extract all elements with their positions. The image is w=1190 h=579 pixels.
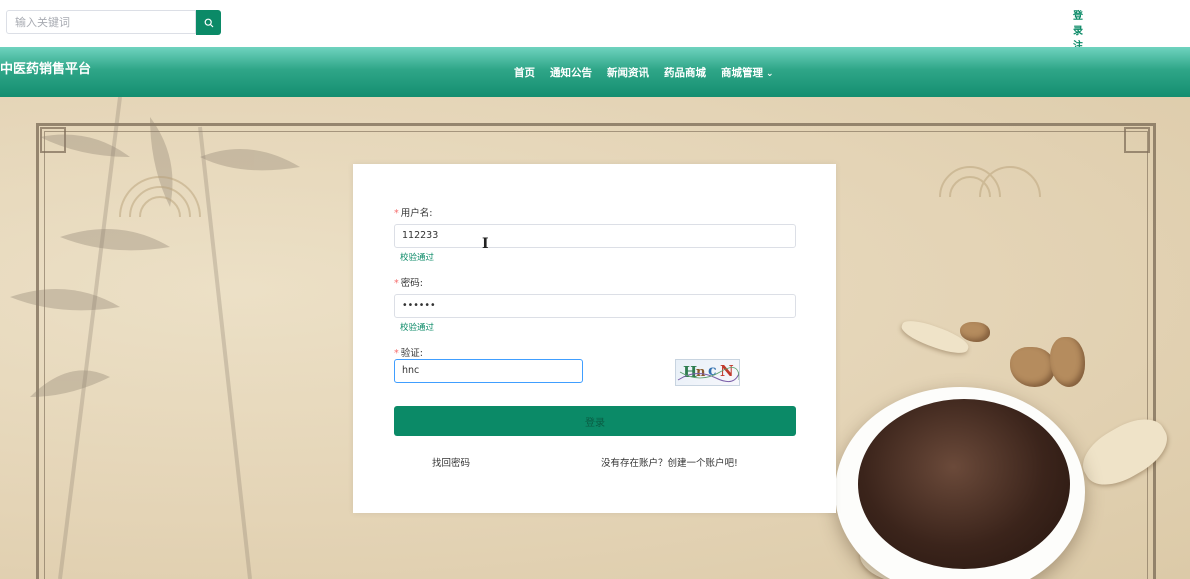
captcha-input[interactable]: hnc	[394, 359, 583, 383]
chevron-down-icon: ⌄	[766, 69, 774, 79]
captcha-noise	[677, 367, 739, 383]
login-link[interactable]: 登 录	[1073, 9, 1103, 39]
forgot-password-link[interactable]: 找回密码	[432, 455, 470, 469]
top-bar: 登 录 注 册	[0, 0, 1190, 67]
cloud-ornament	[939, 166, 1041, 198]
username-label: * 用户名:	[394, 205, 432, 219]
login-button[interactable]: 登录	[394, 406, 796, 436]
password-input[interactable]: ••••••	[394, 294, 796, 318]
captcha-image[interactable]: H n c N	[675, 359, 740, 386]
herb-root	[960, 322, 990, 342]
password-label-text: 密码:	[400, 278, 423, 289]
password-status: 校验通过	[400, 323, 435, 333]
create-account-link[interactable]: 没有存在账户？创建一个账户吧!	[601, 455, 738, 469]
frame-corner-ornament	[1124, 127, 1150, 153]
main-nav: 首页 通知公告 新闻资讯 药品商城 商城管理 ⌄	[514, 65, 789, 80]
herbal-tea	[858, 399, 1070, 569]
captcha-label-text: 验证:	[400, 348, 423, 359]
nav-item-home[interactable]: 首页	[514, 65, 535, 80]
search-icon	[204, 18, 213, 27]
nav-item-shop-management-label: 商城管理	[721, 67, 763, 79]
username-input[interactable]: 112233	[394, 224, 796, 248]
nav-item-notices[interactable]: 通知公告	[550, 65, 592, 80]
required-marker: *	[394, 208, 399, 219]
nav-bar: 中医药销售平台 首页 通知公告 新闻资讯 药品商城 商城管理 ⌄	[0, 47, 1190, 97]
required-marker: *	[394, 278, 399, 289]
nav-item-shop-management[interactable]: 商城管理 ⌄	[721, 65, 774, 80]
username-label-text: 用户名:	[400, 208, 433, 219]
herb-root	[1050, 337, 1085, 387]
site-title: 中医药销售平台	[0, 62, 92, 77]
nav-item-shop[interactable]: 药品商城	[664, 65, 706, 80]
username-status: 校验通过	[400, 253, 435, 263]
captcha-label: * 验证:	[394, 345, 423, 359]
password-label: * 密码:	[394, 275, 423, 289]
search-button[interactable]	[196, 10, 221, 35]
bamboo-illustration	[10, 97, 300, 579]
required-marker: *	[394, 348, 399, 359]
login-card: * 用户名: 112233 校验通过 * 密码: •••••• 校验通过 * 验证: …	[353, 164, 836, 513]
search-input[interactable]	[6, 10, 196, 34]
text-cursor-icon: I	[482, 236, 489, 252]
nav-item-news[interactable]: 新闻资讯	[607, 65, 649, 80]
